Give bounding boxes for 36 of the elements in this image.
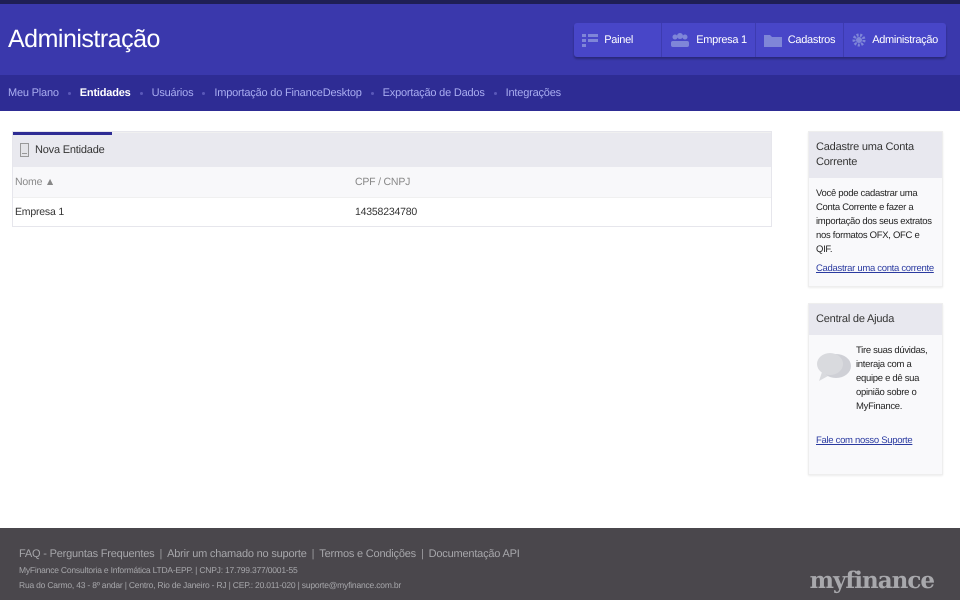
list-icon (582, 32, 598, 46)
people-icon (670, 32, 690, 46)
nav-tab[interactable]: Exportação de Dados (382, 87, 485, 99)
table-cell-text: Empresa 1 (15, 206, 65, 218)
card-link[interactable]: Fale com nosso Suporte (816, 434, 912, 448)
folder-icon (764, 32, 782, 46)
footer-link[interactable]: Documentação API (428, 548, 520, 560)
card-text: Você pode cadastrar uma Conta Corrente e fazer a importação dos seus extratos nos formatos OFX, OFC e QIF. (816, 187, 933, 257)
table-cell: 14358234780 (355, 206, 418, 218)
nav-tab[interactable]: Importação do FinanceDesktop (214, 87, 362, 99)
nav-tab[interactable]: Integrações (506, 87, 561, 99)
separator: | (312, 548, 314, 560)
header-button[interactable]: Painel (574, 22, 662, 56)
card-link[interactable]: Cadastrar uma conta corrente (816, 262, 934, 276)
column-header[interactable]: Nome ▲ (15, 176, 355, 188)
header-button[interactable]: Administração (844, 22, 946, 56)
company-info: MyFinance Consultoria e Informática LTDA-EPP. | CNPJ: 17.799.377/0001-55 (19, 565, 299, 575)
footer-link[interactable]: Abrir um chamado no suporte (167, 548, 307, 560)
gear-icon (852, 32, 866, 46)
nav-tab[interactable]: Entidades (80, 87, 131, 99)
document-icon (20, 143, 29, 157)
footer-link[interactable]: Termos e Condições (319, 548, 416, 560)
card-title: Cadastre uma Conta Corrente (809, 132, 942, 178)
column-header[interactable]: CPF / CNPJ (355, 176, 410, 188)
header-button[interactable]: Cadastros (756, 22, 844, 56)
card-text: Tire suas dúvidas, interaja com a equipe e dê sua opinião sobre o MyFinance. (856, 344, 928, 414)
address-info: Rua do Carmo, 43 - 8º andar | Centro, Rio de Janeiro - RJ | CEP.: 20.011-020 | suporte@myfinance.com.br (19, 580, 402, 590)
page-title: Administração (8, 25, 160, 54)
footer-link[interactable]: FAQ - Perguntas Frequentes (19, 548, 154, 560)
nav-tab[interactable]: Usuários (152, 87, 194, 99)
logo: myfinance (810, 567, 934, 594)
card-title: Central de Ajuda (809, 304, 942, 335)
separator: | (159, 548, 162, 560)
separator: | (420, 548, 424, 560)
header-button[interactable]: Empresa 1 (662, 22, 756, 56)
nav-tab[interactable]: Meu Plano (8, 87, 59, 99)
